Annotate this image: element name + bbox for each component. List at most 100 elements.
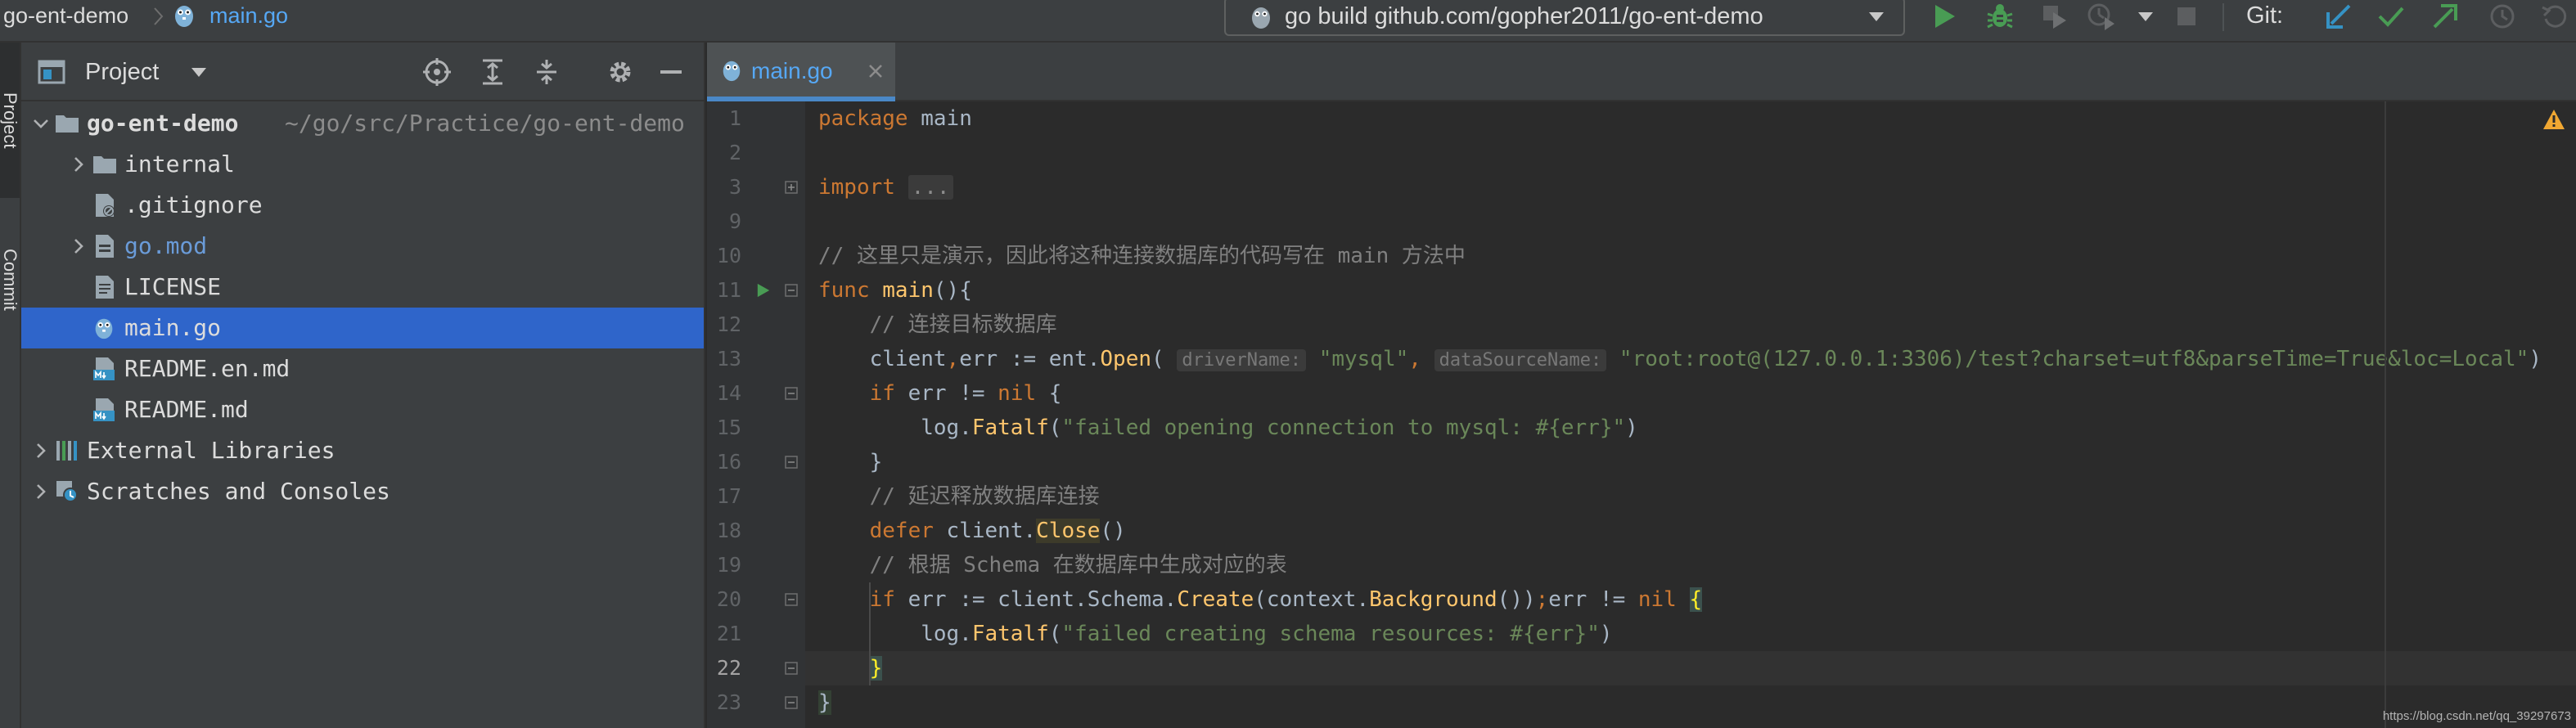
code-area[interactable]: package main import ... // 这里只是演示，因此将这种连接数… <box>805 101 2576 728</box>
vcs-update-icon[interactable] <box>2321 0 2357 33</box>
tree-item-main-go[interactable]: main.go <box>21 308 704 348</box>
run-with-coverage-icon[interactable] <box>2036 0 2072 33</box>
tree-item-internal[interactable]: internal <box>21 144 704 185</box>
project-tool-window-button[interactable]: Project <box>0 43 20 198</box>
line-number: 20 <box>716 587 741 611</box>
code-line[interactable]: // 根据 Schema 在数据库中生成对应的表 <box>805 548 2576 582</box>
tree-item-scratches-and-consoles[interactable]: Scratches and Consoles <box>21 471 704 512</box>
code-token: , <box>1408 347 1421 371</box>
tab-main-go[interactable]: main.go <box>707 43 895 101</box>
chevron-down-icon[interactable] <box>31 114 51 133</box>
code-token: main <box>907 106 972 131</box>
code-line[interactable]: defer client.Close() <box>805 514 2576 548</box>
run-configuration-label: go build github.com/gopher2011/go-ent-de… <box>1285 3 1763 29</box>
code-line[interactable]: } <box>805 445 2576 479</box>
tree-item-external-libraries[interactable]: External Libraries <box>21 430 704 471</box>
line-number: 10 <box>716 244 741 267</box>
navigation-bar: go-ent-demo main.go go build github.com/… <box>0 0 2576 43</box>
tree-item-go-ent-demo[interactable]: go-ent-demo ~/go/src/Practice/go-ent-demo <box>21 103 704 144</box>
editor-tab-bar: main.go <box>707 43 2576 101</box>
hide-panel-icon[interactable] <box>653 54 689 90</box>
code-token: log. <box>818 622 972 646</box>
vcs-rollback-icon[interactable] <box>2537 0 2573 33</box>
gopher-run-config-icon <box>1252 7 1270 29</box>
select-opened-file-icon[interactable] <box>419 54 455 90</box>
commit-tool-window-button[interactable]: Commit <box>0 206 20 353</box>
chevron-right-icon[interactable] <box>31 441 51 461</box>
chevron-right-icon[interactable] <box>31 482 51 501</box>
run-gutter-icon[interactable] <box>756 282 772 299</box>
chevron-down-icon[interactable] <box>190 65 208 79</box>
code-line[interactable]: // 这里只是演示，因此将这种连接数据库的代码写在 main 方法中 <box>805 239 2576 273</box>
fold-collapse-icon[interactable] <box>784 695 799 710</box>
line-number: 9 <box>728 209 741 233</box>
run-configuration-selector[interactable]: go build github.com/gopher2011/go-ent-de… <box>1224 0 1905 36</box>
code-line[interactable]: log.Fatalf("failed opening connection to… <box>805 411 2576 445</box>
code-line[interactable]: package main <box>805 101 2576 136</box>
tree-item-gitignore[interactable]: .gitignore <box>21 185 704 226</box>
code-line[interactable]: import ... <box>805 170 2576 204</box>
close-icon[interactable] <box>866 61 885 81</box>
parameter-hint: dataSourceName: <box>1434 349 1607 371</box>
code-token: client. <box>933 519 1037 543</box>
vcs-history-icon[interactable] <box>2484 0 2520 33</box>
code-token: } <box>869 656 883 681</box>
tree-item-go-mod[interactable]: go.mod <box>21 226 704 267</box>
debug-icon[interactable] <box>1982 0 2018 33</box>
right-margin-guide <box>2385 101 2386 728</box>
code-token: { <box>1689 587 1703 612</box>
code-token: ( <box>1151 347 1178 371</box>
code-line[interactable]: } <box>805 651 2576 685</box>
code-line[interactable]: } <box>805 685 2576 720</box>
code-line[interactable] <box>805 204 2576 239</box>
code-line[interactable]: // 延迟释放数据库连接 <box>805 479 2576 514</box>
profiler-icon[interactable] <box>2083 0 2119 33</box>
breadcrumb-project[interactable]: go-ent-demo <box>3 0 128 33</box>
project-panel-title[interactable]: Project <box>85 43 159 101</box>
gopher-file-icon <box>175 6 193 27</box>
code-line[interactable]: log.Fatalf("failed creating schema resou… <box>805 617 2576 651</box>
folded-code-placeholder[interactable]: ... <box>907 175 953 200</box>
code-token: ()) <box>1497 587 1536 612</box>
collapse-all-icon[interactable] <box>529 54 565 90</box>
code-token: client <box>818 347 947 371</box>
ignore-file-icon <box>92 192 118 218</box>
code-token: , <box>946 347 960 371</box>
chevron-right-icon[interactable] <box>69 155 88 174</box>
fold-collapse-icon[interactable] <box>784 386 799 401</box>
breadcrumb-file[interactable]: main.go <box>209 0 288 33</box>
tree-item-readme-en-md[interactable]: README.en.md <box>21 348 704 389</box>
code-token: func <box>818 278 870 303</box>
gear-icon[interactable] <box>602 54 638 90</box>
tab-label: main.go <box>751 58 833 83</box>
stop-icon[interactable] <box>2168 0 2204 33</box>
code-editor: main.go 1 2 3 9 10 11 12 13 14 15 16 17 18 19 20 21 22 23… <box>707 43 2576 728</box>
run-icon[interactable] <box>1926 0 1962 33</box>
code-line[interactable]: func main(){ <box>805 273 2576 308</box>
code-line[interactable]: client,err := ent.Open( driverName: "mys… <box>805 342 2576 376</box>
chevron-right-icon[interactable] <box>69 236 88 256</box>
code-line[interactable]: if err != nil { <box>805 376 2576 411</box>
fold-expand-icon[interactable] <box>784 180 799 195</box>
line-number: 12 <box>716 312 741 336</box>
project-view-icon <box>38 60 65 84</box>
fold-collapse-icon[interactable] <box>784 283 799 298</box>
vcs-commit-icon[interactable] <box>2373 0 2409 33</box>
code-token: Background <box>1369 587 1497 612</box>
fold-collapse-icon[interactable] <box>784 661 799 676</box>
fold-collapse-icon[interactable] <box>784 455 799 470</box>
tree-item-readme-md[interactable]: README.md <box>21 389 704 430</box>
code-line[interactable]: if err := client.Schema.Create(context.B… <box>805 582 2576 617</box>
warning-icon[interactable] <box>2542 108 2571 136</box>
code-token: ) <box>2529 347 2542 371</box>
code-line[interactable]: // 连接目标数据库 <box>805 308 2576 342</box>
fold-collapse-icon[interactable] <box>784 592 799 607</box>
vcs-push-icon[interactable] <box>2427 0 2463 33</box>
tree-item-license[interactable]: LICENSE <box>21 267 704 308</box>
project-panel: Project go-ent-demo ~/go/src/Practice/go-… <box>21 43 705 728</box>
expand-all-icon[interactable] <box>475 54 511 90</box>
more-run-options-chevron-icon[interactable] <box>2128 0 2164 33</box>
code-line[interactable] <box>805 136 2576 170</box>
